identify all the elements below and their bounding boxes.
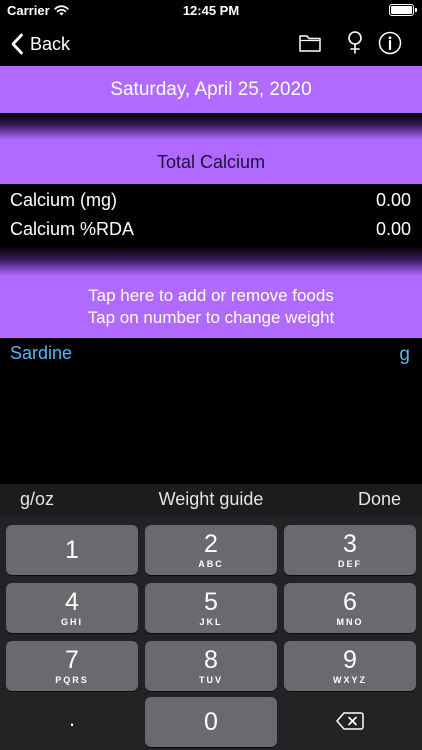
gradient-divider [0,246,422,276]
food-weight-unit[interactable]: g [399,344,410,366]
key-4[interactable]: 4 GHI [6,583,138,633]
status-bar: Carrier 12:45 PM [0,0,422,22]
delete-key[interactable] [284,697,416,747]
battery-icon [389,4,417,16]
instruction-line-1: Tap here to add or remove foods [88,286,334,305]
total-header: Total Calcium [0,140,422,184]
food-name: Sardine [10,343,73,363]
nutrient-label: Calcium %RDA [10,219,135,239]
instruction-line-2: Tap on number to change weight [87,308,335,327]
key-2[interactable]: 2 ABC [145,525,277,575]
key-7[interactable]: 7 PQRS [6,641,138,691]
key-5[interactable]: 5 JKL [145,583,277,633]
back-button[interactable]: Back [10,30,70,58]
status-time: 12:45 PM [182,3,240,18]
navigation-bar: Back [0,22,422,66]
info-icon[interactable] [378,31,402,55]
nutrient-value: 0.00 [375,219,411,239]
nutrient-value: 0.00 [375,190,411,210]
key-8[interactable]: 8 TUV [145,641,277,691]
key-1[interactable]: 1 [6,525,138,575]
nutrient-row-calcium-mg: Calcium (mg) 0.00 [0,186,422,214]
chevron-left-icon [11,33,23,55]
done-button[interactable]: Done [358,489,401,510]
backspace-icon [336,712,364,730]
key-decimal[interactable]: . [6,697,138,747]
food-row-sardine[interactable]: Sardine g [0,340,422,368]
key-9[interactable]: 9 WXYZ [284,641,416,691]
key-3[interactable]: 3 DEF [284,525,416,575]
back-label: Back [30,33,71,54]
key-6[interactable]: 6 MNO [284,583,416,633]
female-icon[interactable] [343,30,367,54]
numeric-keypad: 1 2 ABC 3 DEF 4 GHI 5 JKL 6 MNO 7 PQRS 8… [0,516,422,750]
keyboard-toolbar: g/oz Weight guide Done [0,484,422,516]
gradient-divider [0,113,422,140]
add-remove-foods-button[interactable]: Tap here to add or remove foods Tap on n… [0,276,422,338]
nutrient-label: Calcium (mg) [10,190,118,210]
key-0[interactable]: 0 [145,697,277,747]
folder-icon[interactable] [298,31,322,55]
date-header[interactable]: Saturday, April 25, 2020 [0,66,422,113]
nutrient-row-calcium-rda: Calcium %RDA 0.00 [0,215,422,243]
